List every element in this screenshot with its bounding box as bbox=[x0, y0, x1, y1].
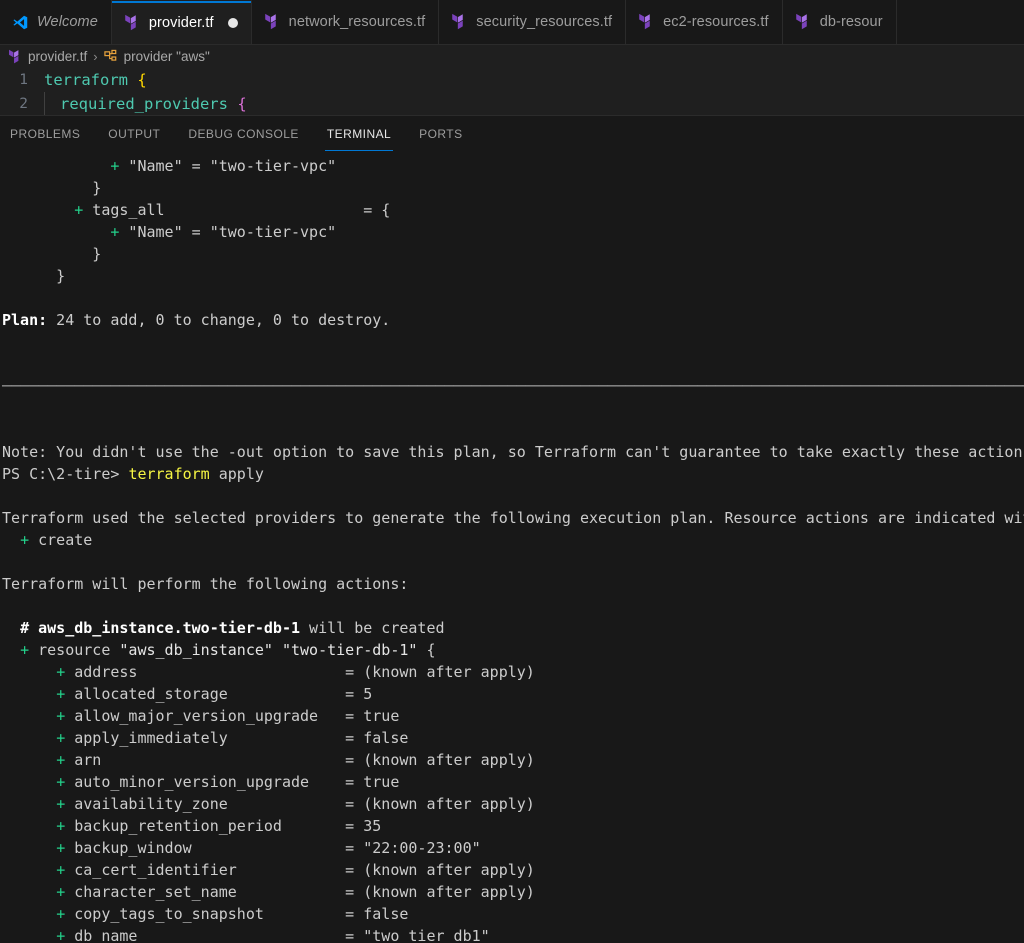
breadcrumb-label: provider.tf bbox=[28, 49, 88, 64]
terminal-line: + arn = (known after apply) bbox=[56, 751, 535, 769]
terminal-line: } bbox=[2, 179, 102, 197]
terminal-line: } bbox=[2, 245, 102, 263]
code-editor[interactable]: 1 terraform { 2 required_providers { bbox=[0, 68, 1024, 115]
terminal-line: ────────────────────────────────────────… bbox=[2, 377, 1024, 395]
panel-tab-label: PORTS bbox=[419, 126, 463, 141]
editor-tab-bar: Welcome provider.tf network_resources.tf… bbox=[0, 0, 1024, 45]
tab-welcome[interactable]: Welcome bbox=[0, 0, 112, 44]
tab-network-resources-tf[interactable]: network_resources.tf bbox=[251, 0, 440, 44]
terraform-icon bbox=[264, 13, 281, 31]
tab-label: security_resources.tf bbox=[476, 14, 613, 30]
terraform-icon bbox=[8, 49, 23, 65]
line-number: 2 bbox=[19, 96, 28, 112]
terminal-line: + allow_major_version_upgrade = true bbox=[56, 707, 400, 725]
tab-db-resources-tf[interactable]: db-resour bbox=[782, 0, 897, 44]
code-line: 1 terraform { bbox=[0, 68, 1024, 92]
terraform-icon bbox=[638, 13, 655, 31]
terminal-line: Note: You didn't use the -out option to … bbox=[2, 443, 1024, 461]
tab-label: provider.tf bbox=[148, 14, 214, 31]
code-line: 2 required_providers { bbox=[0, 92, 1024, 115]
panel-tab-label: TERMINAL bbox=[326, 126, 392, 141]
breadcrumb-label: provider "aws" bbox=[123, 49, 210, 64]
terminal-line: PS C:\2-tire> terraform apply bbox=[2, 465, 264, 483]
panel-tab-bar: PROBLEMS OUTPUT DEBUG CONSOLE TERMINAL P… bbox=[0, 116, 1024, 151]
breadcrumb: provider.tf › provider "aws" bbox=[0, 45, 1024, 68]
terminal-line: Terraform will perform the following act… bbox=[2, 575, 409, 593]
terminal-line: + address = (known after apply) bbox=[56, 663, 535, 681]
tab-security-resources-tf[interactable]: security_resources.tf bbox=[439, 0, 627, 44]
vscode-window: Welcome provider.tf network_resources.tf… bbox=[0, 0, 1024, 943]
terraform-icon bbox=[124, 14, 141, 32]
terminal-line: + allocated_storage = 5 bbox=[56, 685, 373, 703]
panel-tab-label: DEBUG CONSOLE bbox=[188, 126, 299, 141]
terminal-line: + copy_tags_to_snapshot = false bbox=[56, 905, 409, 923]
terminal-line: + auto_minor_version_upgrade = true bbox=[56, 773, 400, 791]
terminal-output[interactable]: + "Name" = "two-tier-vpc" } + tags_all =… bbox=[0, 151, 1024, 943]
terminal-line: + tags_all = { bbox=[74, 201, 391, 219]
terminal-line: + db_name = "two_tier_db1" bbox=[56, 927, 490, 943]
tab-label: network_resources.tf bbox=[288, 14, 426, 30]
terminal-line: + character_set_name = (known after appl… bbox=[56, 883, 535, 901]
terminal-line: # aws_db_instance.two-tier-db-1 will be … bbox=[20, 619, 445, 637]
line-number: 1 bbox=[19, 72, 28, 88]
terminal-line: + backup_window = "22:00-23:00" bbox=[56, 839, 481, 857]
tab-label: Welcome bbox=[37, 14, 98, 30]
bottom-panel: PROBLEMS OUTPUT DEBUG CONSOLE TERMINAL P… bbox=[0, 115, 1024, 943]
code-content: required_providers { bbox=[44, 92, 247, 115]
tab-provider-tf[interactable]: provider.tf bbox=[111, 0, 252, 44]
tab-ec2-resources-tf[interactable]: ec2-resources.tf bbox=[626, 0, 783, 44]
terminal-line: Terraform used the selected providers to… bbox=[2, 509, 1024, 527]
terminal-line: + "Name" = "two-tier-vpc" bbox=[110, 223, 337, 241]
tab-label: ec2-resources.tf bbox=[663, 14, 769, 30]
unsaved-changes-dot-icon[interactable] bbox=[227, 17, 238, 28]
panel-tab-label: OUTPUT bbox=[108, 126, 161, 141]
terminal-line: + "Name" = "two-tier-vpc" bbox=[110, 157, 337, 175]
terminal-line: } bbox=[2, 267, 66, 285]
terminal-line: + create bbox=[20, 531, 93, 549]
code-content: terraform { bbox=[44, 71, 147, 89]
breadcrumb-item-symbol[interactable]: provider "aws" bbox=[103, 49, 210, 65]
breadcrumb-separator-icon: › bbox=[93, 49, 98, 64]
tab-output[interactable]: OUTPUT bbox=[98, 116, 170, 151]
breadcrumb-item-file[interactable]: provider.tf bbox=[8, 49, 87, 65]
tab-ports[interactable]: PORTS bbox=[409, 116, 472, 151]
tab-problems[interactable]: PROBLEMS bbox=[0, 116, 90, 151]
tab-debug-console[interactable]: DEBUG CONSOLE bbox=[178, 116, 309, 151]
tab-terminal[interactable]: TERMINAL bbox=[317, 116, 401, 151]
symbol-namespace-icon bbox=[103, 49, 119, 65]
terminal-line: + availability_zone = (known after apply… bbox=[56, 795, 535, 813]
vscode-logo-icon bbox=[12, 14, 29, 31]
tab-label: db-resour bbox=[819, 14, 883, 30]
terminal-line: Plan: 24 to add, 0 to change, 0 to destr… bbox=[2, 311, 391, 329]
terminal-line: + ca_cert_identifier = (known after appl… bbox=[56, 861, 535, 879]
terminal-line: + apply_immediately = false bbox=[56, 729, 409, 747]
terminal-line: + resource "aws_db_instance" "two-tier-d… bbox=[20, 641, 436, 659]
panel-tab-label: PROBLEMS bbox=[10, 126, 81, 141]
terraform-icon bbox=[795, 13, 812, 31]
terraform-icon bbox=[451, 13, 468, 31]
terminal-line: + backup_retention_period = 35 bbox=[56, 817, 382, 835]
